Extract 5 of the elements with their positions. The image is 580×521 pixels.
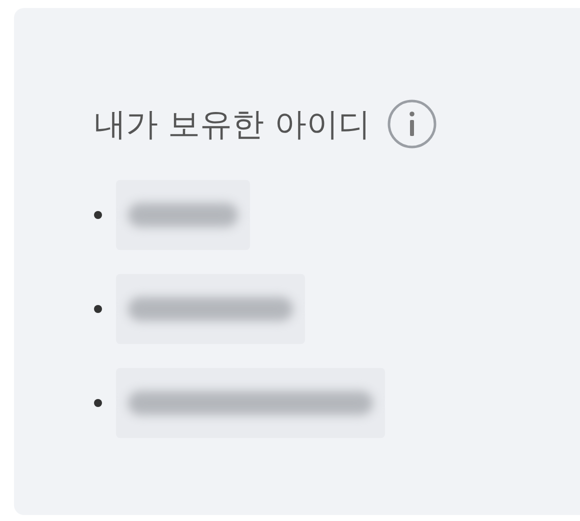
- info-icon[interactable]: [386, 98, 438, 150]
- card-title: 내가 보유한 아이디: [94, 104, 370, 144]
- bullet-icon: [94, 305, 102, 313]
- bullet-icon: [94, 211, 102, 219]
- bullet-icon: [94, 399, 102, 407]
